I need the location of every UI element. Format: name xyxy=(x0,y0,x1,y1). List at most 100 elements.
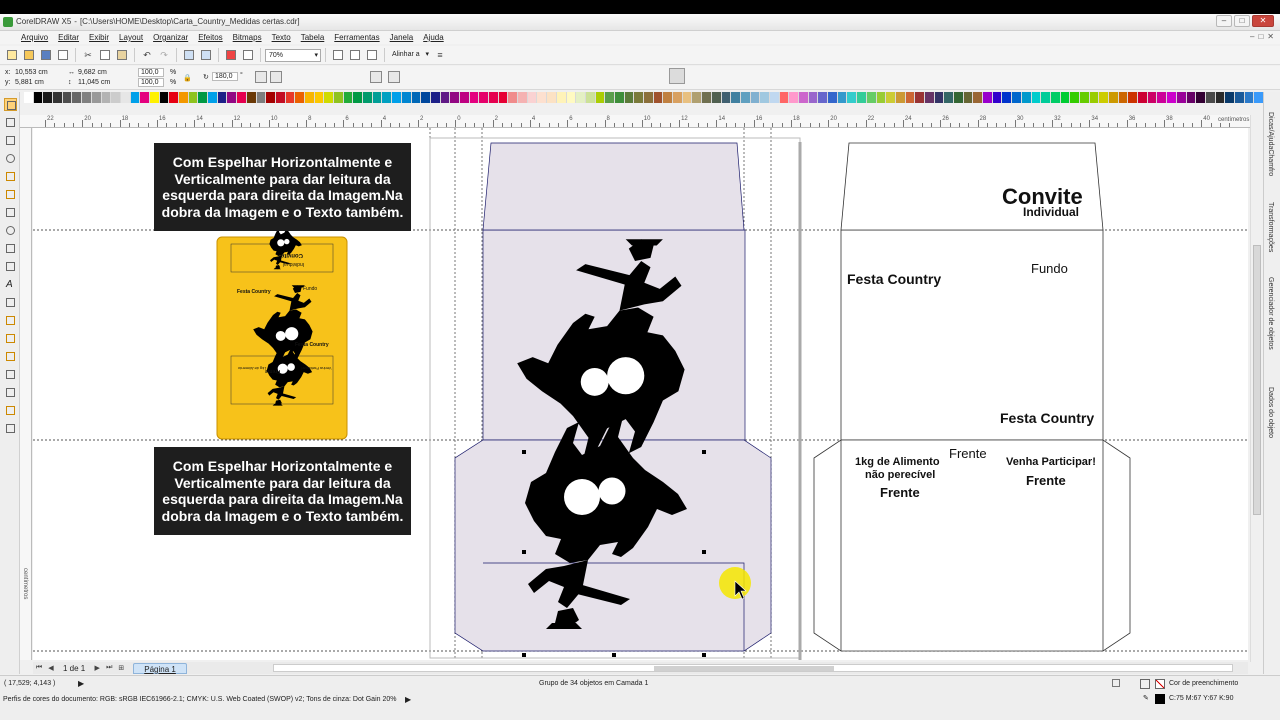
palette-swatch[interactable] xyxy=(1234,92,1245,103)
palette-swatch[interactable] xyxy=(33,92,44,103)
menu-janela[interactable]: Janela xyxy=(385,31,419,44)
docker-tab-object-data[interactable]: Dados do objeto xyxy=(1267,387,1274,438)
palette-swatch[interactable] xyxy=(624,92,635,103)
lock-ratio-icon[interactable]: 🔒 xyxy=(183,74,192,82)
palette-swatch[interactable] xyxy=(266,92,276,103)
palette-swatch[interactable] xyxy=(1167,92,1177,103)
palette-swatch[interactable] xyxy=(653,92,664,103)
undo-icon[interactable]: ↶ xyxy=(139,47,155,63)
horizontal-scroll-thumb[interactable] xyxy=(654,666,834,671)
close-button[interactable]: ✕ xyxy=(1252,15,1274,27)
outline-tool-icon[interactable] xyxy=(4,386,17,399)
scale-x-field[interactable]: 100,0 xyxy=(138,68,164,77)
copy-icon[interactable] xyxy=(97,47,113,63)
palette-swatch[interactable] xyxy=(1176,92,1187,103)
redo-icon[interactable]: ↷ xyxy=(156,47,172,63)
palette-swatch[interactable] xyxy=(973,92,984,103)
table-tool-icon[interactable] xyxy=(4,296,17,309)
frente-label-left[interactable]: Frente xyxy=(880,485,920,500)
palette-swatch[interactable] xyxy=(275,92,286,103)
palette-swatch[interactable] xyxy=(924,92,935,103)
rulers-icon[interactable] xyxy=(347,47,363,63)
interactive-fill-tool-icon[interactable] xyxy=(4,422,17,435)
palette-swatch[interactable] xyxy=(644,92,654,103)
menu-layout[interactable]: Layout xyxy=(114,31,148,44)
frente-label-center[interactable]: Frente xyxy=(949,446,987,461)
full-screen-icon[interactable] xyxy=(330,47,346,63)
venha-participar-label[interactable]: Venha Participar! xyxy=(1006,456,1096,468)
palette-swatch[interactable] xyxy=(537,92,548,103)
palette-swatch[interactable] xyxy=(246,92,257,103)
menu-texto[interactable]: Texto xyxy=(267,31,296,44)
page-tab[interactable]: Página 1 xyxy=(133,662,187,674)
palette-swatch[interactable] xyxy=(421,92,431,103)
group-icon[interactable] xyxy=(370,71,382,83)
grid-icon[interactable] xyxy=(364,47,380,63)
palette-swatch[interactable] xyxy=(188,92,199,103)
palette-swatch[interactable] xyxy=(905,92,916,103)
palette-swatch[interactable] xyxy=(886,92,896,103)
palette-swatch[interactable] xyxy=(401,92,412,103)
text-tool-icon[interactable]: A xyxy=(4,278,17,291)
print-icon[interactable] xyxy=(55,47,71,63)
palette-swatch[interactable] xyxy=(585,92,596,103)
add-page-button[interactable]: ⊞ xyxy=(115,664,127,672)
palette-swatch[interactable] xyxy=(566,92,577,103)
status-arrow-icon[interactable]: ▶ xyxy=(78,679,84,688)
profile-arrow-icon[interactable]: ▶ xyxy=(405,695,411,704)
palette-swatch[interactable] xyxy=(663,92,674,103)
palette-swatch[interactable] xyxy=(779,92,790,103)
options-icon[interactable]: ≡ xyxy=(432,47,448,63)
palette-swatch[interactable] xyxy=(101,92,112,103)
palette-swatch[interactable] xyxy=(1186,92,1197,103)
palette-swatch[interactable] xyxy=(469,92,480,103)
palette-swatch[interactable] xyxy=(24,92,34,103)
drawing-canvas[interactable]: Com Espelhar Horizontalmente e Verticalm… xyxy=(33,128,1248,660)
palette-swatch[interactable] xyxy=(430,92,441,103)
palette-swatch[interactable] xyxy=(876,92,887,103)
instruction-box-top[interactable]: Com Espelhar Horizontalmente e Verticalm… xyxy=(154,143,411,231)
ungroup-icon[interactable] xyxy=(388,71,400,83)
welcome-screen-icon[interactable] xyxy=(240,47,256,63)
palette-swatch[interactable] xyxy=(556,92,567,103)
palette-swatch[interactable] xyxy=(944,92,954,103)
outline-color-swatch[interactable] xyxy=(1155,694,1165,704)
palette-swatch[interactable] xyxy=(837,92,848,103)
palette-swatch[interactable] xyxy=(1089,92,1100,103)
export-icon[interactable] xyxy=(198,47,214,63)
width-field[interactable]: 9,682 cm xyxy=(78,69,107,76)
menu-organizar[interactable]: Organizar xyxy=(148,31,193,44)
palette-swatch[interactable] xyxy=(1041,92,1051,103)
palette-swatch[interactable] xyxy=(208,92,218,103)
palette-swatch[interactable] xyxy=(72,92,83,103)
palette-swatch[interactable] xyxy=(527,92,538,103)
palette-swatch[interactable] xyxy=(256,92,267,103)
palette-swatch[interactable] xyxy=(711,92,722,103)
open-icon[interactable] xyxy=(21,47,37,63)
palette-swatch[interactable] xyxy=(847,92,858,103)
palette-swatch[interactable] xyxy=(1157,92,1168,103)
palette-swatch[interactable] xyxy=(750,92,761,103)
connector-tool-icon[interactable] xyxy=(4,332,17,345)
palette-swatch[interactable] xyxy=(295,92,305,103)
snap-to-combo[interactable]: Alinhar a xyxy=(389,49,431,62)
festa-country-label-1[interactable]: Festa Country xyxy=(847,271,941,287)
palette-swatch[interactable] xyxy=(1138,92,1148,103)
color-profile-info[interactable]: Perfis de cores do documento: RGB: sRGB … xyxy=(3,696,396,703)
palette-swatch[interactable] xyxy=(411,92,422,103)
palette-swatch[interactable] xyxy=(954,92,964,103)
fundo-label[interactable]: Fundo xyxy=(1031,261,1068,276)
palette-swatch[interactable] xyxy=(799,92,809,103)
palette-swatch[interactable] xyxy=(140,92,150,103)
palette-swatch[interactable] xyxy=(149,92,160,103)
maximize-button[interactable]: □ xyxy=(1234,15,1250,27)
palette-swatch[interactable] xyxy=(614,92,625,103)
palette-swatch[interactable] xyxy=(450,92,460,103)
palette-swatch[interactable] xyxy=(1050,92,1061,103)
vertical-scroll-thumb[interactable] xyxy=(1253,245,1261,515)
color-palette[interactable] xyxy=(24,92,1264,103)
palette-swatch[interactable] xyxy=(53,92,63,103)
menu-tabela[interactable]: Tabela xyxy=(296,31,330,44)
palette-swatch[interactable] xyxy=(304,92,315,103)
menu-ferramentas[interactable]: Ferramentas xyxy=(329,31,384,44)
